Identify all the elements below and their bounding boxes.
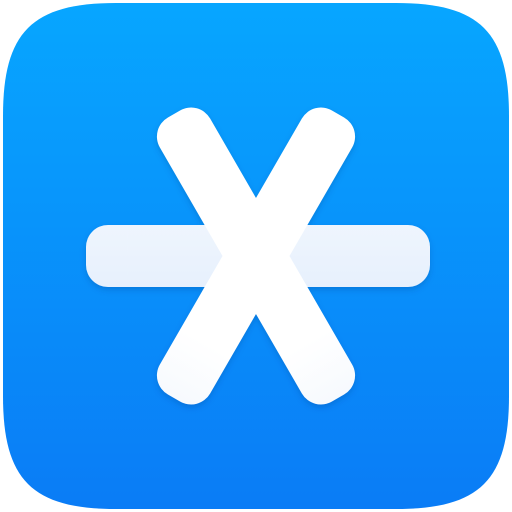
app-icon[interactable] <box>0 0 512 512</box>
app-icon-graphic <box>3 3 509 509</box>
